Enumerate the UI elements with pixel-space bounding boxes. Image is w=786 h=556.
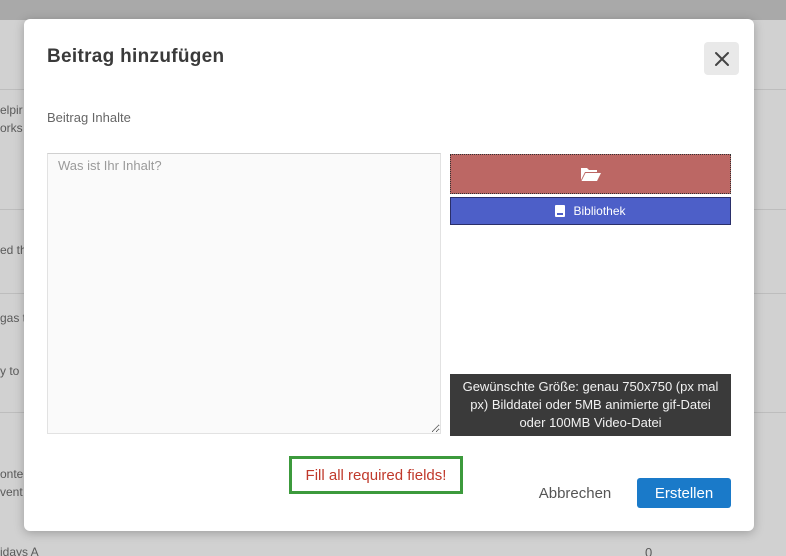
background-number: 0 — [645, 545, 653, 556]
background-text: onte — [0, 467, 24, 481]
content-textarea[interactable] — [47, 153, 441, 434]
background-text: ed th — [0, 243, 27, 257]
close-button[interactable] — [704, 42, 739, 75]
create-button[interactable]: Erstellen — [637, 478, 731, 508]
background-text: orks — [0, 121, 23, 135]
background-text: elpir — [0, 103, 23, 117]
cancel-button[interactable]: Abbrechen — [531, 478, 619, 508]
error-message: Fill all required fields! — [289, 456, 463, 494]
background-text: y to — [0, 364, 20, 378]
modal-title: Beitrag hinzufügen — [47, 46, 225, 67]
background-topbar — [0, 0, 786, 20]
upload-media-button[interactable] — [450, 154, 731, 194]
close-icon — [714, 51, 729, 66]
add-post-modal: Beitrag hinzufügen Beitrag Inhalte Bibli… — [24, 19, 754, 531]
book-icon — [555, 205, 566, 217]
section-label: Beitrag Inhalte — [47, 110, 131, 125]
background-text: gas t — [0, 311, 27, 325]
background-text: idays A — [0, 545, 39, 556]
library-label: Bibliothek — [573, 204, 626, 218]
background-text: vent — [0, 485, 23, 499]
library-button[interactable]: Bibliothek — [450, 197, 731, 225]
folder-open-icon — [580, 168, 601, 181]
size-hint: Gewünschte Größe: genau 750x750 (px mal … — [450, 374, 731, 436]
